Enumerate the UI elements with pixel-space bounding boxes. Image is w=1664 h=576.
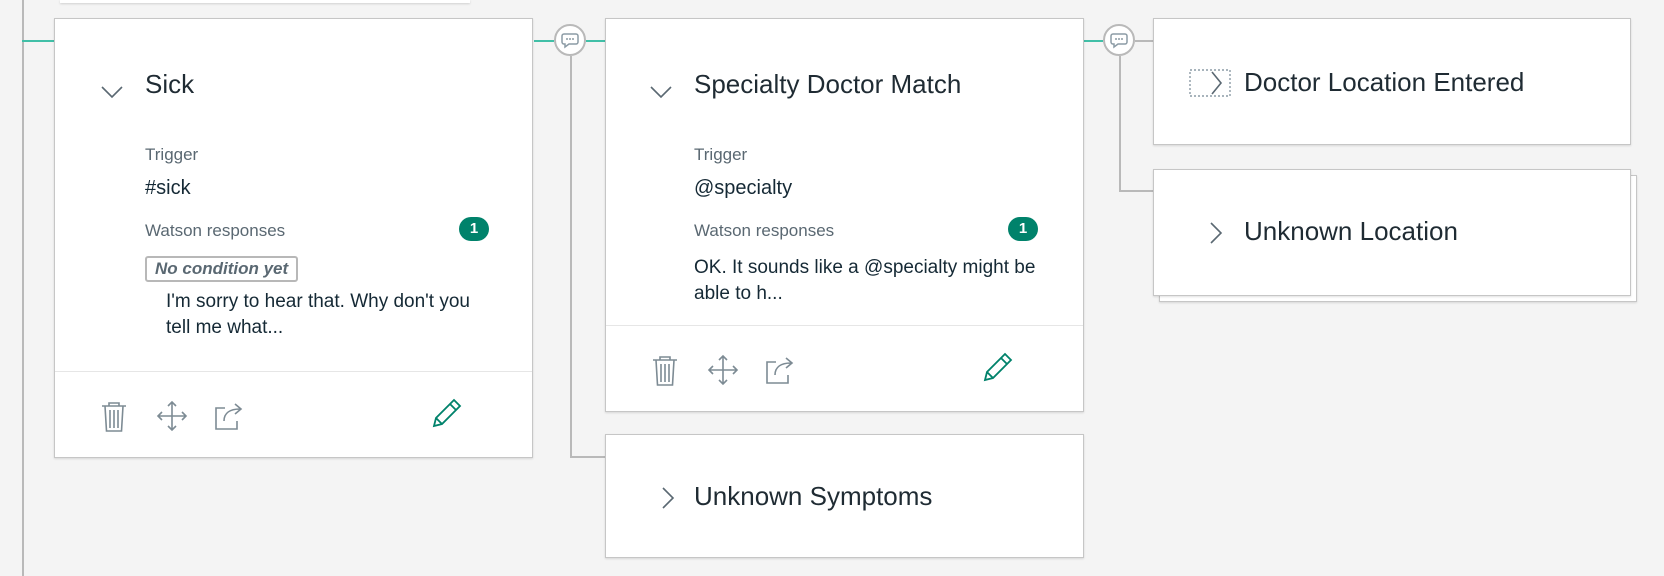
node-title: Sick <box>145 69 195 99</box>
node-card-unknown-location[interactable]: Unknown Location <box>1153 169 1631 296</box>
node-title: Unknown Symptoms <box>694 481 933 511</box>
chevron-down-icon[interactable] <box>648 81 674 101</box>
move-icon[interactable] <box>155 399 189 433</box>
trash-icon[interactable] <box>648 353 682 387</box>
connector-line <box>586 40 606 42</box>
trigger-label: Trigger <box>694 145 748 164</box>
connector-line <box>22 40 56 42</box>
trash-icon[interactable] <box>97 399 131 433</box>
node-card-sick[interactable]: Sick Trigger #sick Watson responses 1 No… <box>54 18 533 458</box>
edit-icon[interactable] <box>980 351 1014 385</box>
node-card-unknown-symptoms[interactable]: Unknown Symptoms <box>605 434 1084 558</box>
chevron-right-icon[interactable] <box>658 485 678 511</box>
connector-line <box>534 40 554 42</box>
speech-bubble-icon[interactable] <box>1103 24 1135 56</box>
divider <box>606 325 1083 326</box>
tree-line-left <box>22 0 24 576</box>
response-text: I'm sorry to hear that. Why don't you te… <box>166 291 470 338</box>
tree-line <box>570 456 606 458</box>
node-card-doctor-location-entered[interactable]: Doctor Location Entered <box>1153 18 1631 145</box>
responses-label: Watson responses <box>694 221 835 240</box>
chevron-right-icon[interactable] <box>1206 220 1226 246</box>
response-count-badge: 1 <box>1008 217 1038 241</box>
chevron-down-icon[interactable] <box>99 81 125 101</box>
node-title: Specialty Doctor Match <box>694 69 962 99</box>
speech-bubble-icon[interactable] <box>554 24 586 56</box>
tree-line <box>1119 190 1153 192</box>
trigger-value: @specialty <box>694 177 793 199</box>
condition-tag: No condition yet <box>145 256 299 282</box>
node-title: Doctor Location Entered <box>1244 67 1525 97</box>
response-count-badge: 1 <box>459 217 489 241</box>
trigger-value: #sick <box>145 177 191 199</box>
response-text: OK. It sounds like a @specialty might be… <box>694 257 1036 304</box>
move-icon[interactable] <box>706 353 740 387</box>
node-title: Unknown Location <box>1244 216 1458 246</box>
jump-to-icon[interactable] <box>213 399 247 433</box>
jump-to-icon[interactable] <box>764 353 798 387</box>
tree-line <box>1119 56 1121 192</box>
connector-line <box>1083 40 1103 42</box>
responses-label: Watson responses <box>145 221 286 240</box>
tree-line <box>1135 40 1153 42</box>
jump-target-icon[interactable] <box>1188 67 1232 99</box>
trigger-label: Trigger <box>145 145 199 164</box>
edit-icon[interactable] <box>429 397 463 431</box>
divider <box>55 371 532 372</box>
partial-card-above <box>60 0 470 3</box>
node-card-specialty-doctor-match[interactable]: Specialty Doctor Match Trigger @specialt… <box>605 18 1084 412</box>
tree-line <box>570 56 572 458</box>
